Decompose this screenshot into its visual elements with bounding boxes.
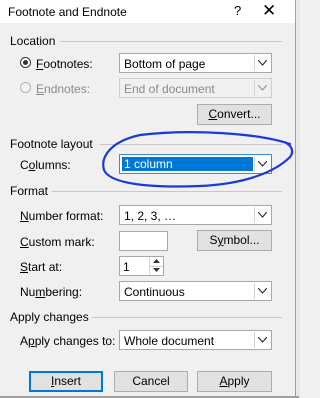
- section-layout-heading: Footnote layout: [10, 137, 93, 151]
- apply-to-select[interactable]: Whole document: [119, 330, 272, 350]
- cancel-button[interactable]: Cancel: [114, 371, 188, 392]
- footnotes-position-value: Bottom of page: [124, 57, 206, 71]
- endnotes-position-value: End of document: [124, 82, 215, 96]
- start-at-spinner[interactable]: 1: [119, 256, 164, 276]
- chevron-down-icon[interactable]: [254, 156, 270, 172]
- numbering-value: Continuous: [124, 285, 185, 299]
- footnotes-label: Footnotes:: [36, 57, 93, 71]
- window-frame-right: [295, 0, 300, 398]
- section-divider: [100, 144, 282, 145]
- endnotes-label: Endnotes:: [36, 82, 91, 96]
- close-icon[interactable]: ✕: [262, 1, 276, 21]
- section-location-heading: Location: [10, 34, 56, 48]
- start-at-label: Start at:: [20, 260, 63, 274]
- custom-mark-input[interactable]: [119, 231, 168, 251]
- numbering-select[interactable]: Continuous: [119, 281, 272, 301]
- number-format-select[interactable]: 1, 2, 3, …: [119, 205, 272, 225]
- apply-button[interactable]: Apply: [197, 371, 272, 392]
- chevron-down-icon[interactable]: [254, 55, 270, 71]
- columns-label: Columns:: [20, 158, 71, 172]
- endnotes-position-select[interactable]: End of document: [119, 78, 272, 98]
- apply-to-label: Apply changes to:: [20, 334, 116, 348]
- columns-select[interactable]: 1 column: [119, 154, 272, 174]
- section-divider: [52, 191, 282, 192]
- footnotes-radio[interactable]: [20, 57, 31, 68]
- chevron-down-icon[interactable]: [254, 332, 270, 348]
- dialog-title: Footnote and Endnote: [8, 5, 127, 19]
- spin-down-icon[interactable]: [150, 266, 163, 275]
- section-divider: [92, 317, 282, 318]
- help-button[interactable]: ?: [234, 3, 241, 18]
- chevron-down-icon[interactable]: [254, 80, 270, 96]
- section-format-heading: Format: [10, 184, 49, 198]
- convert-button[interactable]: Convert...: [197, 104, 272, 125]
- custom-mark-label: Custom mark:: [20, 235, 95, 249]
- section-divider: [60, 41, 282, 42]
- section-apply-heading: Apply changes: [10, 310, 89, 324]
- chevron-down-icon[interactable]: [254, 207, 270, 223]
- symbol-button[interactable]: Symbol...: [197, 230, 272, 251]
- columns-value: 1 column: [121, 156, 254, 172]
- footnotes-position-select[interactable]: Bottom of page: [119, 53, 272, 73]
- chevron-down-icon[interactable]: [254, 283, 270, 299]
- numbering-label: Numbering:: [20, 285, 83, 299]
- number-format-value: 1, 2, 3, …: [124, 209, 177, 223]
- insert-button[interactable]: Insert: [29, 371, 103, 392]
- endnotes-radio[interactable]: [20, 82, 31, 93]
- apply-to-value: Whole document: [124, 334, 215, 348]
- start-at-value: 1: [123, 260, 130, 274]
- title-bar: Footnote and Endnote ? ✕: [0, 0, 299, 24]
- number-format-label: Number format:: [20, 209, 104, 223]
